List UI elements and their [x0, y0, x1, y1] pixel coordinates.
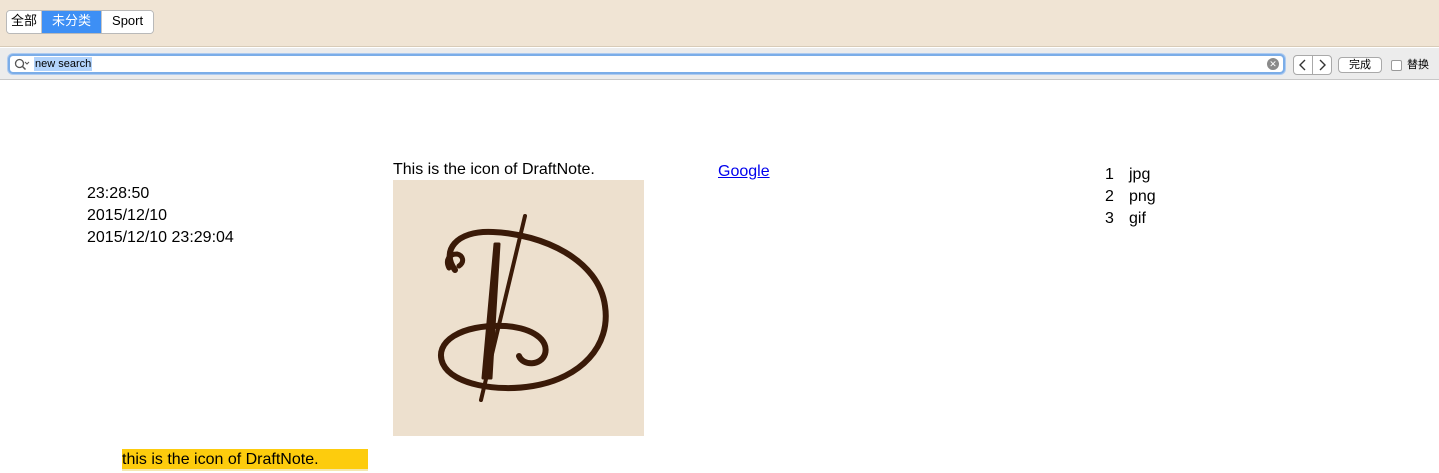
next-match-button[interactable]	[1312, 56, 1331, 74]
file-type-list: 1 jpg 2 png 3 gif	[1105, 164, 1156, 230]
replace-checkbox[interactable]	[1391, 60, 1402, 71]
clear-icon[interactable]: ✕	[1267, 58, 1279, 70]
previous-match-button[interactable]	[1294, 56, 1312, 74]
search-input[interactable]: new search	[34, 57, 93, 71]
date-text: 2015/12/10	[87, 207, 168, 224]
find-bar: new search ✕ 完成 替换	[0, 48, 1439, 80]
timestamps-block: 23:28:50 2015/12/10 2015/12/10 23:29:04	[87, 183, 234, 249]
category-uncategorized-button[interactable]: 未分类	[42, 11, 103, 33]
category-bar: 全部 未分类 Sport	[0, 0, 1439, 47]
done-button[interactable]: 完成	[1338, 57, 1382, 73]
list-item: 3 gif	[1105, 208, 1156, 230]
datetime-text: 2015/12/10 23:29:04	[87, 229, 234, 246]
category-all-button[interactable]: 全部	[7, 11, 43, 33]
list-item-number: 3	[1105, 210, 1114, 227]
draftnote-logo-icon	[438, 214, 609, 402]
list-item: 1 jpg	[1105, 164, 1156, 186]
list-item-number: 1	[1105, 166, 1114, 183]
category-sport-button[interactable]: Sport	[102, 11, 154, 33]
list-item: 2 png	[1105, 186, 1156, 208]
list-item-label: png	[1129, 188, 1156, 205]
find-navigation	[1293, 55, 1332, 75]
replace-label: 替换	[1407, 59, 1429, 71]
google-link[interactable]: Google	[718, 162, 770, 182]
list-item-label: gif	[1129, 210, 1146, 227]
image-caption: This is the icon of DraftNote.	[393, 161, 595, 178]
highlighted-text: this is the icon of DraftNote.	[122, 449, 368, 471]
search-field[interactable]: new search ✕	[8, 54, 1285, 74]
time-text: 23:28:50	[87, 185, 150, 202]
search-icon[interactable]	[14, 58, 30, 72]
list-item-label: jpg	[1129, 166, 1151, 183]
chevron-left-icon	[1299, 59, 1306, 71]
draftnote-logo-image	[393, 180, 644, 436]
chevron-right-icon	[1319, 59, 1326, 71]
list-item-number: 2	[1105, 188, 1114, 205]
category-segmented-control: 全部 未分类 Sport	[6, 10, 155, 34]
